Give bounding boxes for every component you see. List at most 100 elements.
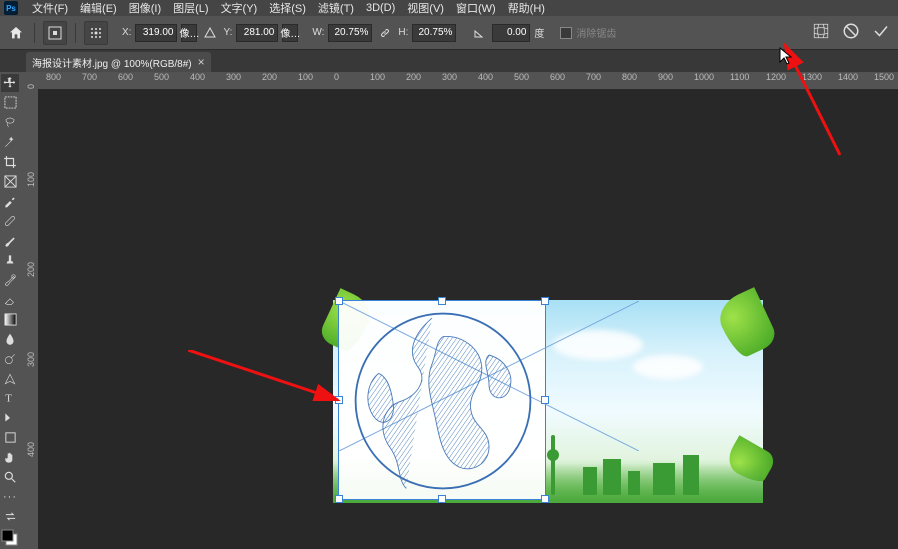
menu-window[interactable]: 窗口(W)	[450, 0, 502, 16]
tool-eraser[interactable]	[1, 291, 19, 309]
transform-mode-button[interactable]	[43, 21, 67, 45]
transform-handle-tr[interactable]	[541, 297, 549, 305]
transform-handle-bl[interactable]	[335, 495, 343, 503]
ruler-h-label: 200	[262, 72, 277, 82]
link-wh-button[interactable]	[376, 24, 394, 42]
ruler-v-label: 200	[26, 262, 36, 277]
workspace: T ··· 0 100 200 300 400 800 700 600 500 …	[0, 72, 898, 549]
menu-view[interactable]: 视图(V)	[401, 0, 450, 16]
tool-more[interactable]: ···	[1, 488, 19, 506]
rotation-input[interactable]: 0.00	[492, 24, 530, 42]
lasso-icon	[3, 115, 17, 129]
warp-icon	[812, 22, 830, 40]
transform-handle-br[interactable]	[541, 495, 549, 503]
tool-path[interactable]	[1, 409, 19, 427]
menu-edit[interactable]: 编辑(E)	[74, 0, 123, 16]
tool-dodge[interactable]	[1, 350, 19, 368]
menu-select[interactable]: 选择(S)	[263, 0, 312, 16]
tool-gradient[interactable]	[1, 311, 19, 329]
h-input[interactable]: 20.75%	[412, 24, 456, 42]
menu-help[interactable]: 帮助(H)	[502, 0, 551, 16]
app-logo: Ps	[4, 1, 18, 15]
swap-icon	[4, 510, 17, 523]
tool-edit-toolbar[interactable]	[1, 508, 19, 526]
free-transform-bounds[interactable]	[338, 300, 546, 500]
horizontal-ruler[interactable]: 800 700 600 500 400 300 200 100 0 100 20…	[38, 72, 898, 90]
home-icon	[8, 25, 24, 41]
tool-blur[interactable]	[1, 330, 19, 348]
tool-eyedropper[interactable]	[1, 192, 19, 210]
transform-handle-tl[interactable]	[335, 297, 343, 305]
tool-heal[interactable]	[1, 212, 19, 230]
ruler-h-label: 100	[370, 72, 385, 82]
swap-xy-button[interactable]	[201, 24, 219, 42]
tool-wand[interactable]	[1, 133, 19, 151]
tool-marquee[interactable]	[1, 94, 19, 112]
ruler-h-label: 100	[298, 72, 313, 82]
transform-handle-mr[interactable]	[541, 396, 549, 404]
tool-lasso[interactable]	[1, 113, 19, 131]
wand-icon	[3, 135, 17, 149]
x-label: X:	[122, 27, 131, 38]
y-input[interactable]: 281.00	[236, 24, 278, 42]
tool-shape[interactable]	[1, 429, 19, 447]
document-tab[interactable]: 海报设计素材.jpg @ 100%(RGB/8#) ×	[26, 52, 211, 72]
menu-layer[interactable]: 图层(L)	[167, 0, 214, 16]
rotation-button[interactable]	[470, 24, 488, 42]
tool-color-swatch[interactable]	[1, 528, 19, 549]
tool-brush[interactable]	[1, 232, 19, 250]
cancel-transform-button[interactable]	[842, 22, 860, 43]
ruler-h-label: 1400	[838, 72, 858, 82]
tab-close-button[interactable]: ×	[198, 56, 205, 68]
eraser-icon	[3, 293, 17, 307]
move-icon	[3, 76, 17, 90]
transform-handle-bm[interactable]	[438, 495, 446, 503]
tool-hand[interactable]	[1, 449, 19, 467]
ruler-h-label: 600	[550, 72, 565, 82]
ruler-v-label: 0	[26, 84, 36, 89]
dodge-icon	[3, 352, 17, 366]
rotation-unit: 度	[534, 25, 544, 40]
menu-3d[interactable]: 3D(D)	[360, 2, 401, 14]
menu-type[interactable]: 文字(Y)	[215, 0, 264, 16]
tool-zoom[interactable]	[1, 468, 19, 486]
home-button[interactable]	[6, 23, 26, 43]
arrow-icon	[3, 411, 17, 425]
vertical-ruler[interactable]: 0 100 200 300 400	[20, 72, 38, 549]
menu-file[interactable]: 文件(F)	[26, 0, 74, 16]
ruler-h-label: 0	[334, 72, 339, 82]
transform-handle-ml[interactable]	[335, 396, 343, 404]
tool-history-brush[interactable]	[1, 271, 19, 289]
menu-filter[interactable]: 滤镜(T)	[312, 0, 360, 16]
transform-handle-tm[interactable]	[438, 297, 446, 305]
canvas[interactable]	[38, 90, 898, 549]
ruler-h-label: 1000	[694, 72, 714, 82]
ruler-h-label: 800	[622, 72, 637, 82]
history-brush-icon	[3, 273, 17, 287]
warp-button[interactable]	[812, 22, 830, 43]
x-input[interactable]: 319.00	[135, 24, 177, 42]
tool-crop[interactable]	[1, 153, 19, 171]
x-unit[interactable]: 像…	[181, 24, 197, 42]
blur-icon	[3, 332, 17, 346]
link-icon	[379, 27, 391, 39]
w-input[interactable]: 20.75%	[328, 24, 372, 42]
menu-image[interactable]: 图像(I)	[123, 0, 167, 16]
y-unit[interactable]: 像…	[282, 24, 298, 42]
ruler-h-label: 700	[82, 72, 97, 82]
ruler-v-label: 400	[26, 442, 36, 457]
antialias-checkbox[interactable]	[560, 27, 572, 39]
ruler-h-label: 800	[46, 72, 61, 82]
tool-move[interactable]	[1, 74, 19, 92]
tool-stamp[interactable]	[1, 251, 19, 269]
ruler-h-label: 1500	[874, 72, 894, 82]
tool-type[interactable]: T	[1, 390, 19, 408]
shape-icon	[4, 431, 17, 444]
reference-point-button[interactable]	[84, 21, 108, 45]
commit-transform-button[interactable]	[872, 22, 890, 43]
swatch-icon	[1, 528, 19, 548]
toolbox: T ···	[0, 72, 20, 549]
tool-frame[interactable]	[1, 173, 19, 191]
options-bar: X: 319.00 像… Y: 281.00 像… W: 20.75% H: 2…	[0, 16, 898, 50]
tool-pen[interactable]	[1, 370, 19, 388]
